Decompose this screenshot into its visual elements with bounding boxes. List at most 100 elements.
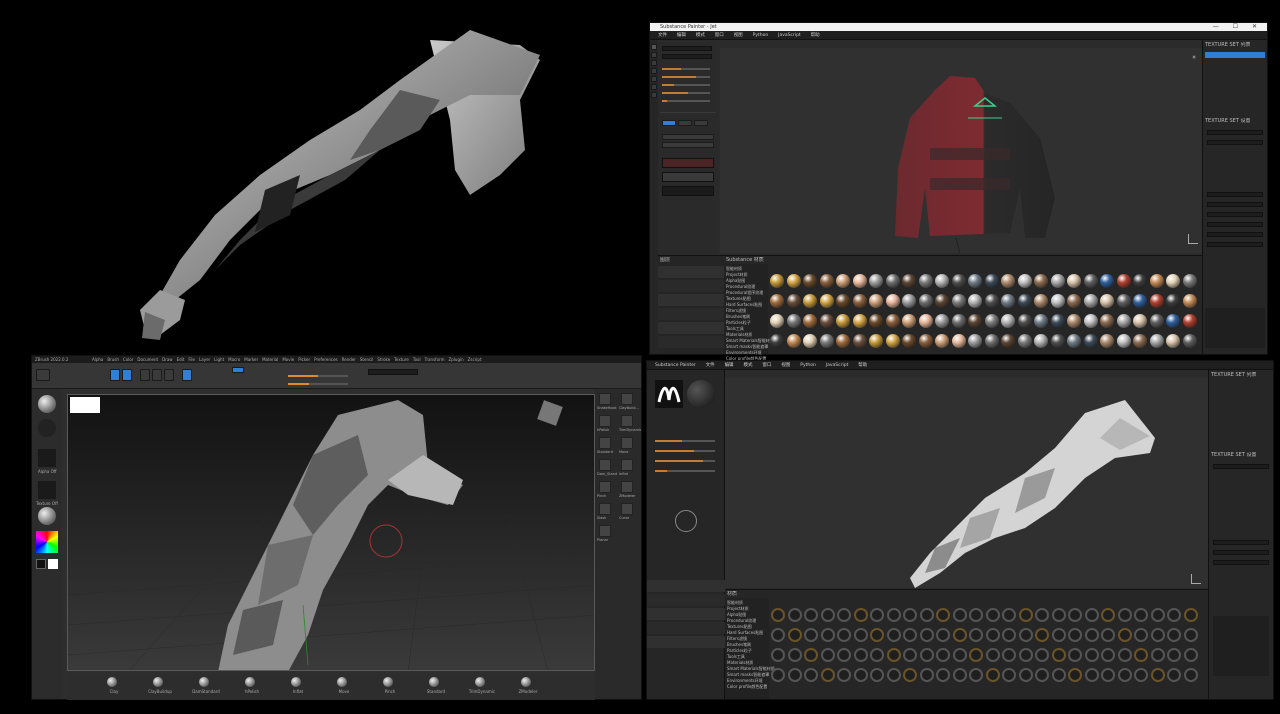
material-ball[interactable] [1068,648,1082,662]
zbrush-menu-item[interactable]: Macro [228,357,240,362]
material-ball[interactable] [919,608,934,622]
menu-item-help[interactable]: 帮助 [811,31,820,40]
material-ball[interactable] [984,294,999,308]
material-ball[interactable] [836,294,850,308]
material-ball[interactable] [786,294,801,308]
material-ball[interactable] [1035,668,1049,682]
material-ball[interactable] [1134,648,1148,662]
material-ball[interactable] [853,668,868,682]
material-ball[interactable] [1167,668,1181,682]
layer-row[interactable] [647,636,725,648]
material-ball[interactable] [935,334,949,348]
shelf-category-item[interactable]: Materials材质 [726,332,752,337]
channel-field[interactable] [1207,222,1263,227]
material-ball[interactable] [1183,648,1198,662]
projection-tool-icon[interactable] [651,60,657,66]
brush-shelf-icon[interactable] [599,393,611,405]
material-ball[interactable] [1101,668,1115,682]
material-ball[interactable] [985,648,1000,662]
material-ball[interactable] [1149,274,1164,288]
material-ball[interactable] [951,334,966,348]
material-ball[interactable] [1166,294,1180,308]
shelf-category-item[interactable]: Hard Surfaces贴图 [727,630,763,635]
current-brush-icon[interactable] [38,395,56,413]
material-ball[interactable] [804,668,818,682]
texture-set-item[interactable] [1205,52,1265,58]
material-ball[interactable] [903,628,917,642]
zbrush-menu-item[interactable]: Movie [282,357,294,362]
brush-shelf-icon[interactable] [599,415,611,427]
brush-slot-icon[interactable] [291,677,301,687]
material-ball[interactable] [1083,314,1098,328]
material-ball[interactable] [1100,294,1114,308]
material-ball[interactable] [1050,274,1065,288]
material-ball[interactable] [787,608,802,622]
property-dropdown-1[interactable] [662,46,712,51]
material-ball[interactable] [1100,334,1114,348]
menu-item-javascript[interactable]: JavaScript [826,361,849,370]
material-ball[interactable] [1034,314,1048,328]
material-ball[interactable] [1182,334,1197,348]
material-ball[interactable] [1149,294,1164,308]
material-ball[interactable] [870,608,884,622]
viewport-display-icon[interactable]: ▣ [1192,54,1196,59]
zbrush-menu-item[interactable]: Preferences [314,357,338,362]
material-ball[interactable] [870,648,884,662]
material-ball[interactable] [820,648,835,662]
material-ball[interactable] [1166,314,1180,328]
material-ball[interactable] [935,314,949,328]
material-ball[interactable] [1084,628,1099,642]
channel-field[interactable] [1207,202,1263,207]
base-color-swatch[interactable] [662,158,714,168]
zbrush-menu-item[interactable]: Stencil [360,357,374,362]
material-ball[interactable] [1167,628,1181,642]
zbrush-menu-item[interactable]: File [188,357,195,362]
move-button[interactable] [140,369,150,381]
spacing-slider[interactable] [662,84,710,86]
shelf-category-item[interactable]: Brushes笔刷 [726,314,750,319]
material-ball[interactable] [918,314,933,328]
material-ball[interactable] [836,314,850,328]
material-ball[interactable] [837,648,851,662]
menu-item-edit[interactable]: 编辑 [725,361,734,370]
material-ball[interactable] [1051,628,1066,642]
material-ball[interactable] [1017,314,1032,328]
layer-row[interactable] [658,266,724,278]
material-ball[interactable] [1133,334,1147,348]
brush-shelf-icon[interactable] [621,415,633,427]
material-ball[interactable] [836,274,850,288]
material-ball[interactable] [903,648,917,662]
shelf-category-item[interactable]: Color profile颜色配置 [727,684,767,689]
material-ball[interactable] [1084,668,1099,682]
layer-row[interactable] [647,608,725,620]
material-ball[interactable] [820,668,835,682]
zbrush-menu-item[interactable]: Light [214,357,224,362]
material-ball[interactable] [918,334,933,348]
resolution-field[interactable] [1207,130,1263,135]
brush-slot-icon[interactable] [107,677,117,687]
menu-item-mode[interactable]: 模式 [696,31,705,40]
edit-button[interactable] [110,369,120,381]
material-ball[interactable] [1018,608,1033,622]
material-ball[interactable] [984,314,999,328]
zbrush-menu-item[interactable]: Marker [244,357,258,362]
brush-shelf-icon[interactable] [599,459,611,471]
material-ball[interactable] [1134,608,1148,622]
material-ball[interactable] [1002,648,1016,662]
material-ball[interactable] [1068,668,1082,682]
menu-item-view[interactable]: 视图 [781,361,790,370]
material-ball[interactable] [984,334,999,348]
draw-button[interactable] [122,369,132,381]
shelf-category-item[interactable]: Tools工具 [727,654,745,659]
material-ball[interactable] [819,314,834,328]
material-ball[interactable] [902,314,916,328]
shelf-category-item[interactable]: Environments环境 [726,350,762,355]
material-ball[interactable] [886,668,901,682]
material-icon[interactable] [38,507,56,525]
material-ball[interactable] [918,274,933,288]
brush-shelf-icon[interactable] [621,437,633,449]
size-slider[interactable] [662,68,710,70]
material-ball[interactable] [1068,608,1082,622]
shelf-category-item[interactable]: Smart masks智能遮罩 [726,344,768,349]
material-ball[interactable] [803,274,817,288]
